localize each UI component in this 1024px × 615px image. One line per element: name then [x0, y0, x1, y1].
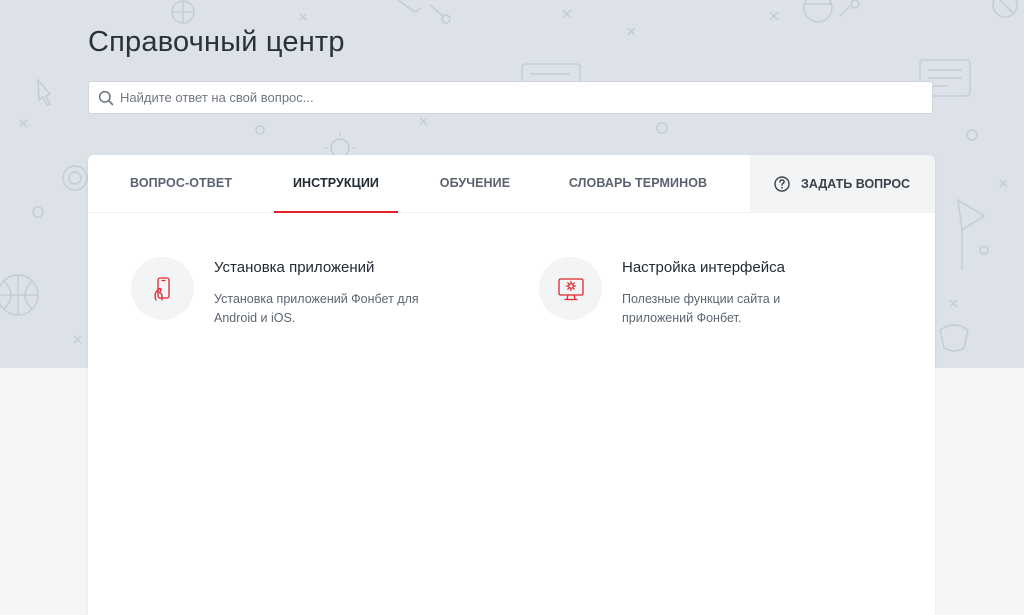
ask-question-label: Задать вопрос: [801, 177, 911, 191]
topic-title: Установка приложений: [214, 259, 375, 276]
topic-app-install[interactable]: Установка приложений Установка приложени…: [131, 257, 491, 337]
ask-question-button[interactable]: Задать вопрос: [750, 155, 935, 213]
tab-bar: Вопрос-ответ Инструкции Обучение Словарь…: [88, 155, 935, 213]
question-circle-icon: [774, 176, 790, 192]
topic-title: Настройка интерфейса: [622, 259, 785, 276]
tab-instructions[interactable]: Инструкции: [274, 155, 398, 213]
topic-interface-settings[interactable]: Настройка интерфейса Полезные функции са…: [539, 257, 899, 337]
monitor-settings-icon: [557, 277, 584, 300]
tab-faq[interactable]: Вопрос-ответ: [130, 155, 232, 213]
tab-glossary[interactable]: Словарь терминов: [567, 155, 709, 213]
tab-learning[interactable]: Обучение: [438, 155, 512, 213]
topic-description: Установка приложений Фонбет для Android …: [214, 292, 419, 325]
search-input[interactable]: [120, 82, 932, 113]
search-icon: [98, 90, 114, 105]
page-title: Справочный центр: [88, 26, 345, 58]
smartphone-hand-icon: [153, 276, 170, 301]
topic-icon-background: [539, 257, 602, 320]
topic-icon-background: [131, 257, 194, 320]
topic-description: Полезные функции сайта и приложений Фонб…: [622, 292, 781, 325]
content-card: Вопрос-ответ Инструкции Обучение Словарь…: [88, 155, 935, 615]
search-box[interactable]: [88, 81, 933, 114]
